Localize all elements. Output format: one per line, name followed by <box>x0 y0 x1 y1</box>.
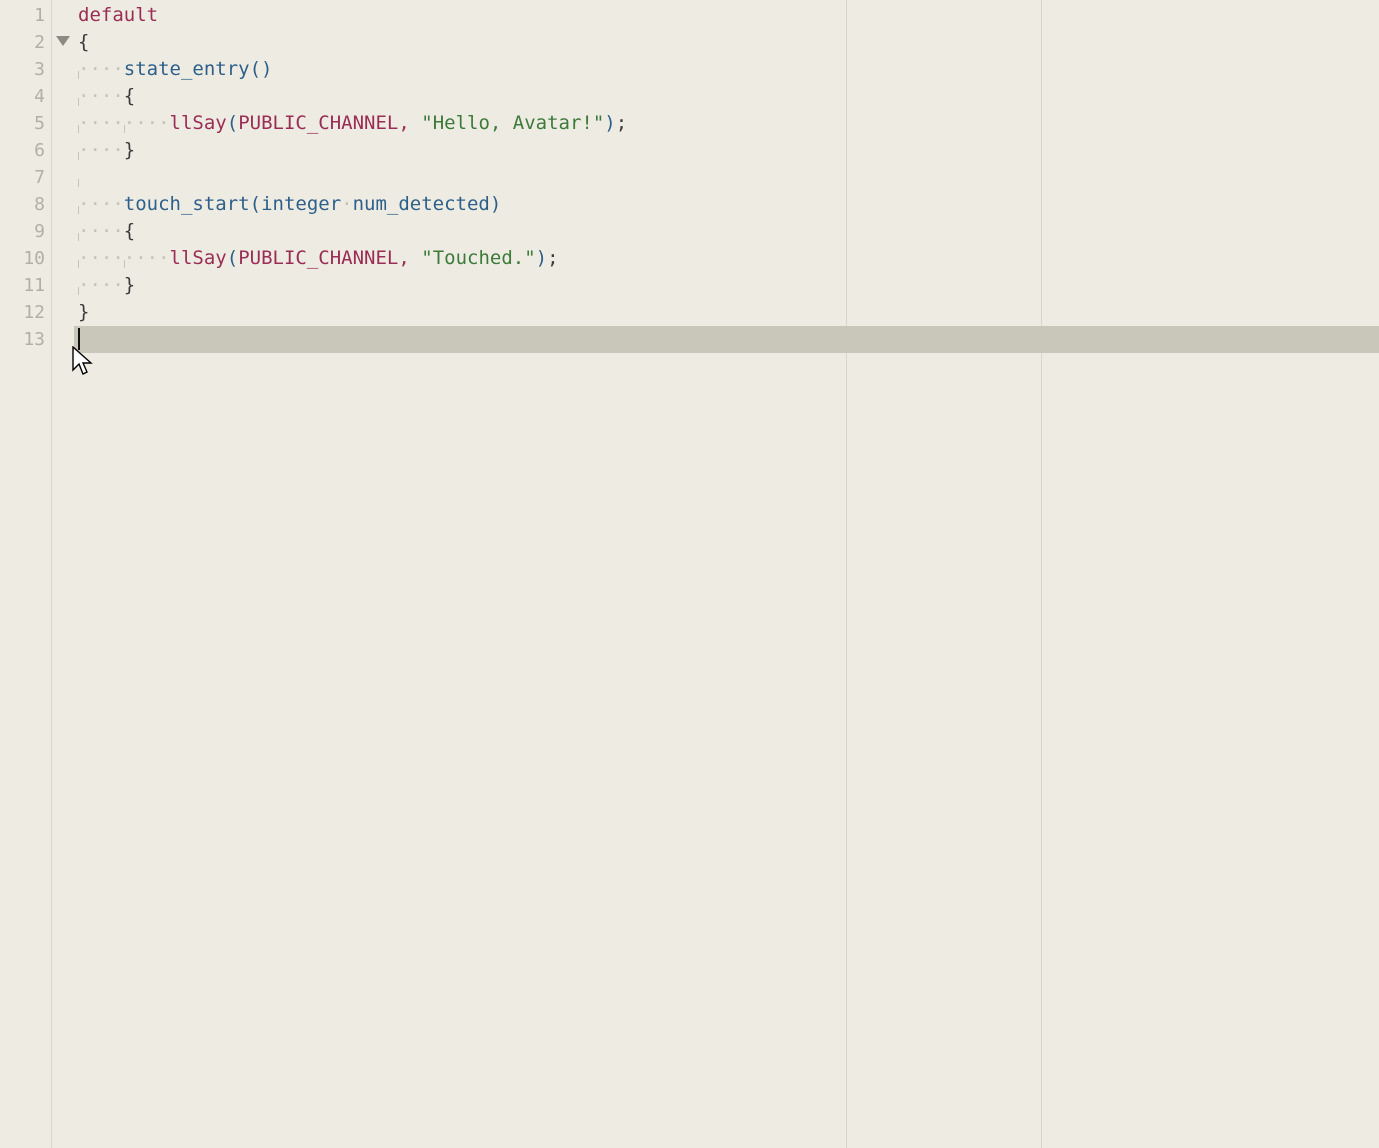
type-token: integer <box>261 193 341 215</box>
line-number[interactable]: 13 <box>0 326 51 353</box>
paren-token: () <box>250 58 273 80</box>
code-editor[interactable]: 1 2 3 4 5 6 7 8 9 10 11 12 13 default { <box>0 0 1379 1148</box>
brace-token: } <box>124 139 135 161</box>
line-number[interactable]: 4 <box>0 83 51 110</box>
code-line[interactable]: default <box>74 2 1379 29</box>
line-number[interactable]: 11 <box>0 272 51 299</box>
line-number[interactable]: 10 <box>0 245 51 272</box>
brace-token: { <box>78 31 89 53</box>
function-token: llSay <box>170 247 227 269</box>
code-line[interactable]: ········llSay(PUBLIC_CHANNEL, "Touched."… <box>74 245 1379 272</box>
constant-token: PUBLIC_CHANNEL <box>238 247 398 269</box>
code-area[interactable]: default { ····state_entry() ····{ ······… <box>74 0 1379 1148</box>
code-line[interactable]: { <box>74 29 1379 56</box>
constant-token: PUBLIC_CHANNEL <box>238 112 398 134</box>
code-line[interactable]: ········llSay(PUBLIC_CHANNEL, "Hello, Av… <box>74 110 1379 137</box>
brace-token: } <box>78 301 89 323</box>
line-number[interactable]: 9 <box>0 218 51 245</box>
code-line-active[interactable] <box>74 326 1379 353</box>
function-token: touch_start <box>124 193 250 215</box>
chevron-down-icon <box>56 36 70 46</box>
code-line[interactable]: ····{ <box>74 218 1379 245</box>
line-number[interactable]: 1 <box>0 2 51 29</box>
function-token: llSay <box>170 112 227 134</box>
code-line[interactable] <box>74 164 1379 191</box>
fold-gutter[interactable] <box>52 0 74 1148</box>
identifier-token: num_detected <box>353 193 490 215</box>
text-caret <box>78 328 80 350</box>
line-number[interactable]: 12 <box>0 299 51 326</box>
code-line[interactable]: ····} <box>74 272 1379 299</box>
line-number[interactable]: 8 <box>0 191 51 218</box>
line-number-gutter[interactable]: 1 2 3 4 5 6 7 8 9 10 11 12 13 <box>0 0 52 1148</box>
string-token: "Touched." <box>421 247 535 269</box>
code-line[interactable]: ····touch_start(integer·num_detected) <box>74 191 1379 218</box>
string-token: "Hello, Avatar!" <box>421 112 604 134</box>
line-number[interactable]: 2 <box>0 29 51 56</box>
line-number[interactable]: 5 <box>0 110 51 137</box>
line-number[interactable]: 7 <box>0 164 51 191</box>
fold-toggle[interactable] <box>52 29 74 56</box>
code-line[interactable]: ····{ <box>74 83 1379 110</box>
code-line[interactable]: ····state_entry() <box>74 56 1379 83</box>
function-token: state_entry <box>124 58 250 80</box>
code-line[interactable]: ····} <box>74 137 1379 164</box>
brace-token: { <box>124 220 135 242</box>
code-line[interactable]: } <box>74 299 1379 326</box>
brace-token: { <box>124 85 135 107</box>
brace-token: } <box>124 274 135 296</box>
line-number[interactable]: 3 <box>0 56 51 83</box>
line-number[interactable]: 6 <box>0 137 51 164</box>
keyword-token: default <box>78 4 158 26</box>
